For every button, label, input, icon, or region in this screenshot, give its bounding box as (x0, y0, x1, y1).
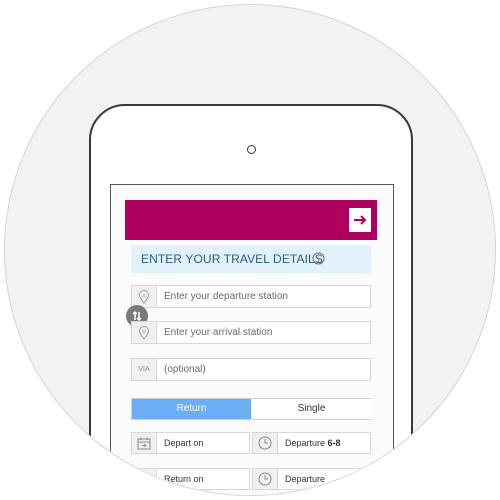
trip-type-toggle: Return Single (131, 398, 371, 420)
clock-icon (253, 469, 278, 489)
next-button[interactable] (349, 208, 371, 232)
tablet-screen: ENTER YOUR TRAVEL DETAILS i A Enter your… (110, 184, 394, 495)
camera-icon (247, 145, 256, 154)
via-label-cell: VIA (132, 359, 157, 380)
depart-time-text: Departure 6-8 (285, 438, 341, 448)
calendar-icon (132, 469, 157, 489)
via-station-placeholder: (optional) (164, 364, 206, 375)
single-option[interactable]: Single (252, 399, 371, 419)
depart-date-field[interactable]: Depart on (131, 432, 250, 454)
departure-station-placeholder: Enter your departure station (164, 291, 288, 302)
page-title: ENTER YOUR TRAVEL DETAILS (141, 252, 323, 266)
return-date-field[interactable]: Return on (131, 468, 250, 490)
background-circle: ENTER YOUR TRAVEL DETAILS i A Enter your… (4, 4, 496, 496)
svg-text:A: A (142, 293, 146, 299)
location-pin-icon: A (132, 286, 157, 307)
departure-station-field[interactable]: A Enter your departure station (131, 285, 371, 308)
info-icon[interactable]: i (312, 252, 325, 265)
depart-date-label: Depart on (164, 438, 204, 448)
location-pin-icon: B (132, 322, 157, 343)
arrow-right-icon (354, 215, 367, 225)
return-time-label: Departure (285, 474, 326, 484)
return-time-field[interactable]: Departure (252, 468, 371, 490)
arrival-station-field[interactable]: B Enter your arrival station (131, 321, 371, 344)
calendar-icon (132, 433, 157, 453)
via-station-field[interactable]: VIA (optional) (131, 358, 371, 381)
via-label: VIA (138, 366, 150, 373)
travel-details-header: ENTER YOUR TRAVEL DETAILS i (131, 245, 371, 273)
return-date-label: Return on (164, 474, 204, 484)
return-option[interactable]: Return (132, 399, 251, 419)
arrival-station-placeholder: Enter your arrival station (164, 327, 273, 338)
depart-time-value: 6-8 (327, 438, 341, 448)
svg-text:i: i (317, 255, 320, 264)
svg-text:B: B (142, 329, 146, 335)
clock-icon (253, 433, 278, 453)
depart-time-field[interactable]: Departure 6-8 (252, 432, 371, 454)
depart-time-label: Departure (285, 438, 326, 448)
brand-bar (125, 200, 377, 240)
tablet-frame: ENTER YOUR TRAVEL DETAILS i A Enter your… (89, 104, 413, 495)
